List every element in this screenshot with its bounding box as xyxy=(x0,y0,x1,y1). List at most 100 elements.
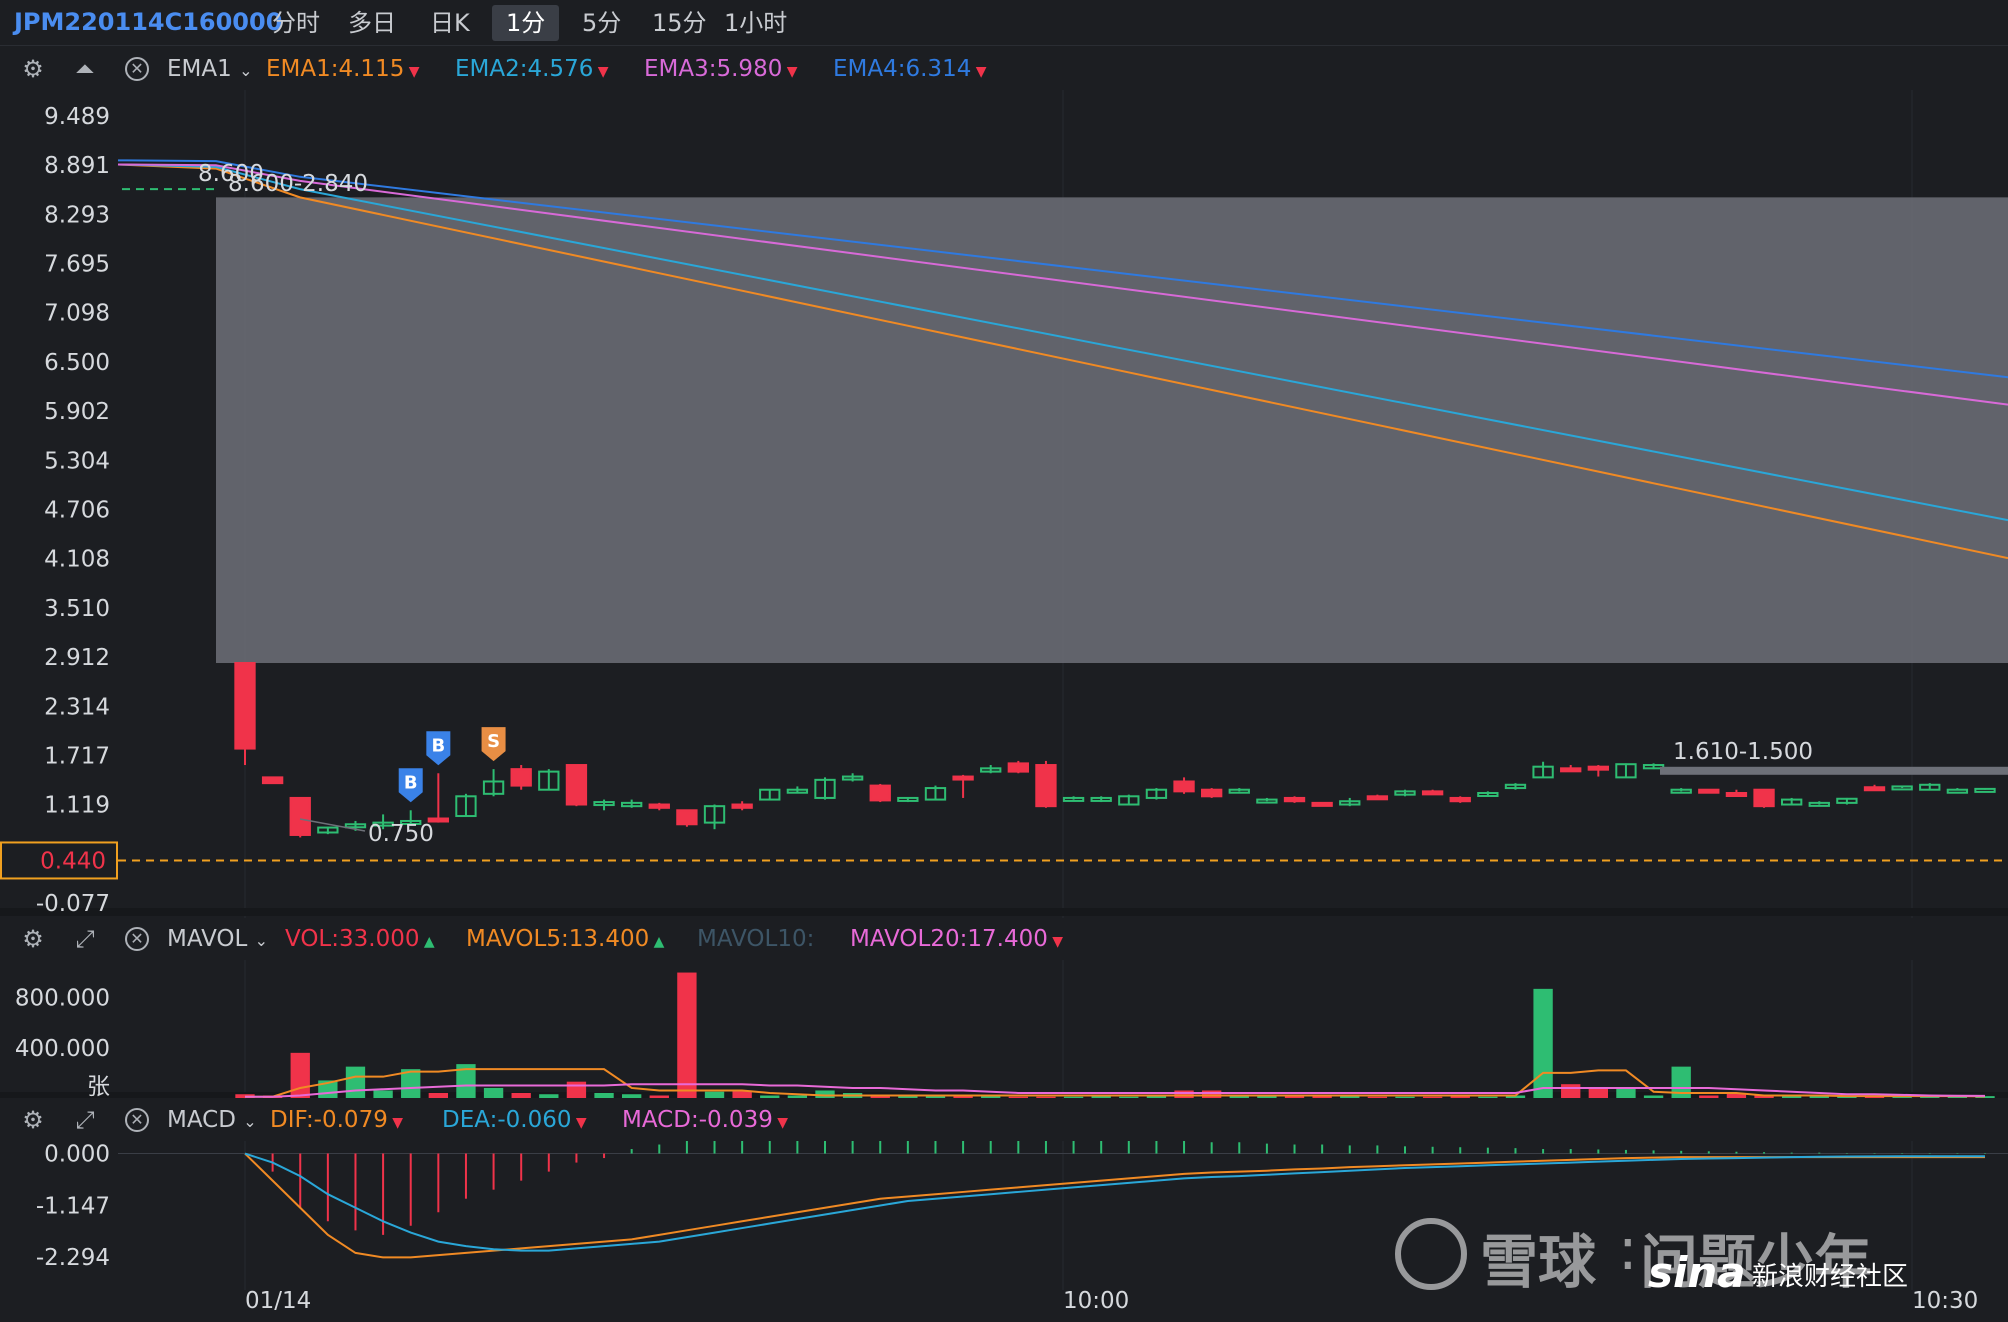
price-tick-label: 5.902 xyxy=(44,399,110,425)
price-tick-label: 2.912 xyxy=(44,645,110,671)
candle-body xyxy=(1725,792,1748,798)
candle-body xyxy=(1560,767,1582,773)
close-icon[interactable]: ✕ xyxy=(125,927,149,951)
volume-unit-label: 张 xyxy=(87,1074,110,1100)
mavol5-label: MAVOL5:13.400 xyxy=(466,926,650,952)
price-range-box xyxy=(216,197,2008,664)
price-tick-label: 8.293 xyxy=(44,202,110,228)
price-tick-label: 2.314 xyxy=(44,694,110,720)
volume-bar xyxy=(1699,1095,1719,1098)
volume-tick-label: 400.000 xyxy=(15,1036,110,1062)
expand-icon[interactable]: ⤢ xyxy=(72,926,98,952)
sina-logo: sina xyxy=(1648,1248,1746,1297)
collapse-icon[interactable]: ⏶ xyxy=(72,56,98,82)
candle-body xyxy=(952,775,974,781)
close-icon[interactable]: ✕ xyxy=(125,1108,149,1132)
volume-bar xyxy=(1478,1096,1498,1098)
mavol20-label: MAVOL20:17.400 xyxy=(850,926,1048,952)
dea-value: DEA:-0.060 ▼ xyxy=(442,1107,587,1133)
volume-bar xyxy=(760,1095,780,1098)
macd-label: MACD:-0.039 xyxy=(622,1107,773,1133)
macd-tick-label: -2.294 xyxy=(36,1245,110,1271)
macd-tick-label: 0.000 xyxy=(44,1142,110,1168)
expand-icon[interactable]: ⤢ xyxy=(72,1107,98,1133)
down-arrow-icon: ▼ xyxy=(387,1115,404,1131)
volume-bar xyxy=(704,1091,725,1098)
candle-body xyxy=(1366,795,1389,801)
candle-body xyxy=(869,784,891,802)
xueqiu-logo xyxy=(1395,1218,1467,1290)
candle-body xyxy=(289,796,311,836)
macd-indicator-header: ⚙ ⤢ ✕ MACD ⌄ DIF:-0.079 ▼ DEA:-0.060 ▼ M… xyxy=(0,1099,2008,1141)
indicator-select[interactable]: EMA1 ⌄ xyxy=(167,56,252,82)
volume-bar xyxy=(511,1092,531,1098)
volume-bar xyxy=(649,1095,669,1098)
volume-bar xyxy=(1395,1096,1415,1098)
volume-bar xyxy=(1174,1090,1194,1098)
candle-body xyxy=(648,803,670,809)
close-icon[interactable]: ✕ xyxy=(125,57,149,81)
candle-body xyxy=(1035,764,1057,808)
volume-bar xyxy=(483,1087,504,1098)
ema2-label: EMA2:4.576 xyxy=(455,56,594,82)
candle-body xyxy=(1863,786,1886,792)
dif-label: DIF:-0.079 xyxy=(270,1107,388,1133)
volume-bars xyxy=(235,972,1995,1098)
indicator-select[interactable]: MAVOL ⌄ xyxy=(167,926,268,952)
candle-body xyxy=(676,809,698,826)
volume-bar xyxy=(373,1090,393,1098)
gear-icon[interactable]: ⚙ xyxy=(20,1107,46,1133)
down-arrow-icon: ▼ xyxy=(772,1115,789,1131)
ema3-value: EMA3:5.980 ▼ xyxy=(644,56,798,82)
indicator-select[interactable]: MACD ⌄ xyxy=(167,1107,257,1133)
candle-body xyxy=(1449,796,1471,803)
candle-body xyxy=(1283,796,1306,803)
volume-bar xyxy=(1119,1096,1139,1098)
candle-body xyxy=(510,768,532,787)
ema-indicator-header: ⚙ ⏶ ✕ EMA1 ⌄ EMA1:4.115 ▼ EMA2:4.576 ▼ E… xyxy=(0,48,2008,90)
price-tick-label: 9.489 xyxy=(44,104,110,130)
mavol5-value: MAVOL5:13.400 ▲ xyxy=(466,926,664,952)
watermark-separator: : xyxy=(1618,1215,1638,1283)
down-arrow-icon: ▼ xyxy=(593,64,609,80)
price-tick-label: 1.717 xyxy=(44,743,110,769)
candle-body xyxy=(261,776,284,785)
sell-marker-label: S xyxy=(487,731,500,752)
gear-icon[interactable]: ⚙ xyxy=(20,56,46,82)
price-tick-label: 5.304 xyxy=(44,448,110,474)
mavol10-value: MAVOL10: xyxy=(697,926,815,952)
down-arrow-icon: ▼ xyxy=(1047,934,1064,950)
indicator-name: EMA1 xyxy=(167,56,232,82)
candle-body xyxy=(1201,788,1223,798)
volume-bar xyxy=(787,1095,808,1098)
candle-body xyxy=(1587,765,1609,771)
volume-bar xyxy=(290,1052,310,1098)
chevron-down-icon: ⌄ xyxy=(243,1112,257,1131)
ema1-label: EMA1:4.115 xyxy=(266,56,405,82)
price-tick-label: 7.098 xyxy=(44,301,110,327)
range-bar-right xyxy=(1660,766,2008,775)
candle-body xyxy=(1311,801,1333,807)
candle-body xyxy=(1753,788,1775,808)
price-tick-label: 4.108 xyxy=(44,547,110,573)
gear-icon[interactable]: ⚙ xyxy=(20,926,46,952)
volume-bar xyxy=(1616,1087,1636,1098)
ema3-label: EMA3:5.980 xyxy=(644,56,783,82)
up-arrow-icon: ▲ xyxy=(419,934,435,950)
candle-body xyxy=(731,803,753,809)
chevron-down-icon: ⌄ xyxy=(254,931,269,950)
ema1-value: EMA1:4.115 ▼ xyxy=(266,56,420,82)
volume-bar xyxy=(1036,1096,1056,1098)
indicator-name: MAVOL xyxy=(167,926,248,952)
candle-body xyxy=(1173,780,1195,793)
up-arrow-icon: ▲ xyxy=(649,934,665,950)
macd-tick-label: -1.147 xyxy=(36,1193,110,1219)
buy-marker-label: B xyxy=(404,772,418,793)
volume-bar xyxy=(622,1094,642,1098)
volume-bar xyxy=(1422,1096,1443,1098)
price-tick-label: 7.695 xyxy=(44,252,110,278)
ema4-label: EMA4:6.314 xyxy=(833,56,972,82)
price-tick-label: -0.077 xyxy=(36,891,110,917)
watermark-xueqiu: 雪球 xyxy=(1480,1228,1597,1296)
down-arrow-icon: ▼ xyxy=(571,1115,587,1131)
